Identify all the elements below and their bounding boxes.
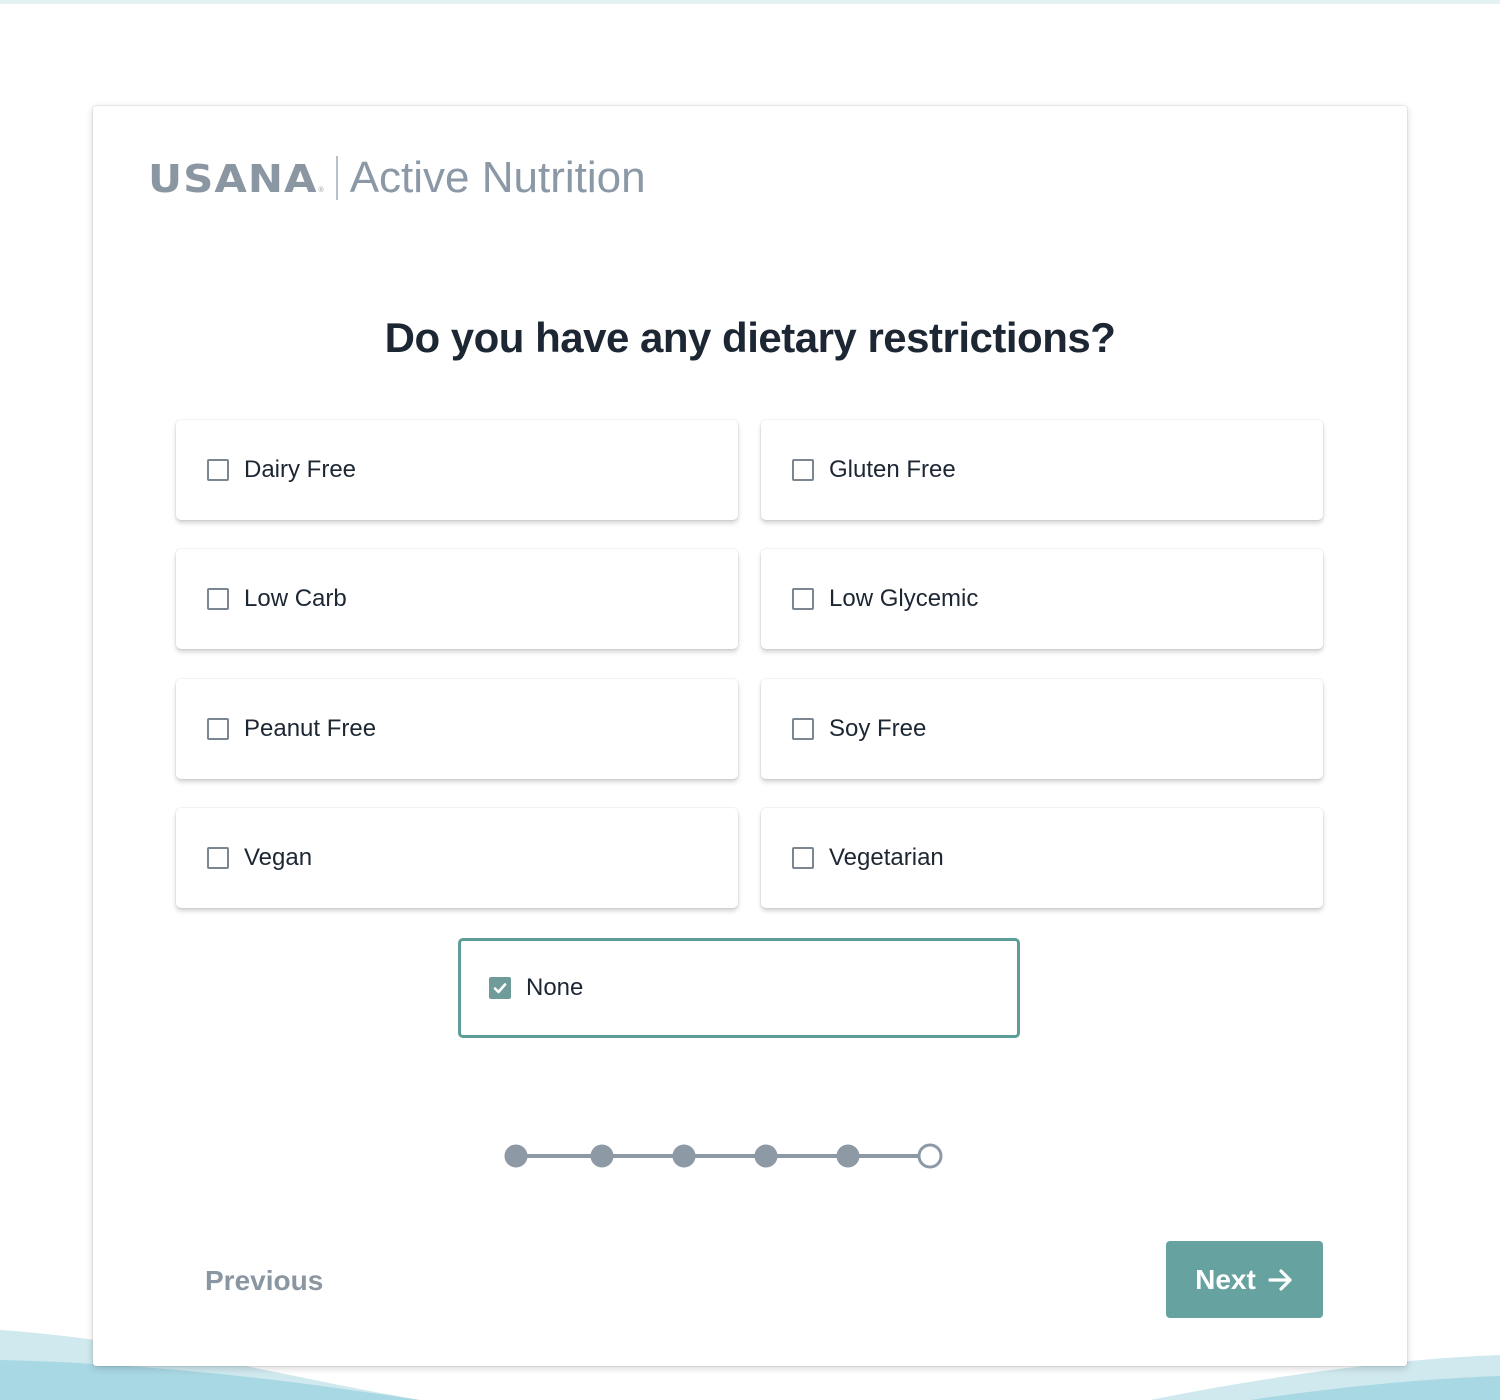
- option-label: Vegan: [244, 844, 313, 871]
- quiz-card: USANA ® Active Nutrition Do you have any…: [93, 106, 1407, 1366]
- brand-divider: [335, 156, 338, 200]
- option-label: Low Carb: [244, 585, 347, 612]
- option-card[interactable]: Dairy Free: [176, 420, 738, 520]
- progress-stepper: [504, 1143, 943, 1169]
- option-checkbox[interactable]: [207, 459, 229, 481]
- arrow-right-icon: [1268, 1268, 1294, 1292]
- question-title: Do you have any dietary restrictions?: [384, 314, 1116, 361]
- option-card[interactable]: Peanut Free: [176, 679, 738, 779]
- option-card[interactable]: Gluten Free: [761, 420, 1323, 520]
- check-icon: [493, 983, 507, 994]
- next-button-label: Next: [1195, 1263, 1256, 1295]
- option-label: Soy Free: [829, 715, 927, 742]
- option-checkbox[interactable]: [792, 718, 814, 740]
- progress-step-complete: [672, 1144, 696, 1168]
- progress-step-complete: [504, 1144, 528, 1168]
- option-label: Dairy Free: [244, 456, 357, 483]
- brand-header: USANA ® Active Nutrition: [148, 150, 646, 206]
- option-card[interactable]: Low Carb: [176, 549, 738, 649]
- option-card[interactable]: Vegan: [176, 808, 738, 908]
- usana-logo: USANA: [148, 155, 318, 201]
- progress-step-current: [917, 1143, 943, 1169]
- option-card[interactable]: None: [458, 938, 1020, 1038]
- option-checkbox[interactable]: [207, 847, 229, 869]
- progress-step-complete: [836, 1144, 860, 1168]
- product-name: Active Nutrition: [349, 153, 646, 202]
- option-label: Low Glycemic: [829, 585, 979, 612]
- top-strip: [0, 0, 1500, 4]
- option-checkbox[interactable]: [792, 588, 814, 610]
- option-checkbox[interactable]: [207, 718, 229, 740]
- previous-button[interactable]: Previous: [205, 1261, 345, 1301]
- option-checkbox[interactable]: [792, 459, 814, 481]
- option-label: Peanut Free: [244, 715, 377, 742]
- next-button[interactable]: Next: [1166, 1241, 1323, 1318]
- option-checkbox[interactable]: [489, 977, 511, 999]
- option-card[interactable]: Low Glycemic: [761, 549, 1323, 649]
- option-label: Vegetarian: [829, 844, 944, 871]
- option-card[interactable]: Vegetarian: [761, 808, 1323, 908]
- option-card[interactable]: Soy Free: [761, 679, 1323, 779]
- option-checkbox[interactable]: [207, 588, 229, 610]
- progress-step-complete: [590, 1144, 614, 1168]
- option-checkbox[interactable]: [792, 847, 814, 869]
- progress-step-complete: [754, 1144, 778, 1168]
- registered-mark: ®: [318, 187, 324, 194]
- option-label: Gluten Free: [829, 456, 956, 483]
- option-label: None: [526, 974, 584, 1001]
